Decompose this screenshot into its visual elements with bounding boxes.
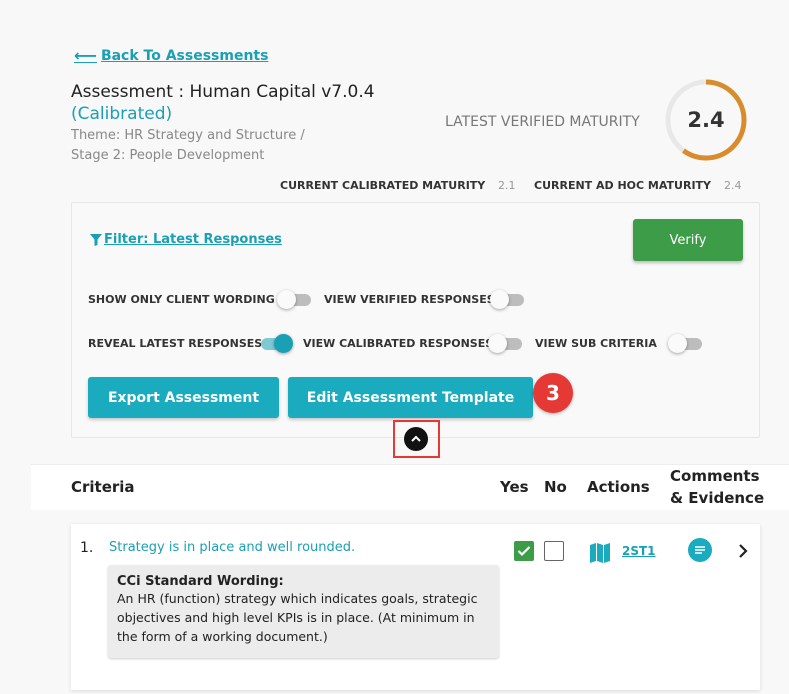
assessment-title: Assessment : Human Capital v7.0.4 <box>71 82 375 102</box>
view-sub-criteria-label: VIEW SUB CRITERIA <box>535 337 657 350</box>
assessment-status: (Calibrated) <box>71 104 173 124</box>
no-checkbox[interactable] <box>544 541 564 561</box>
criteria-column-header: Criteria <box>71 478 135 496</box>
book-open-icon[interactable] <box>589 541 611 563</box>
verify-button[interactable]: Verify <box>633 219 743 261</box>
latest-verified-maturity-value: 2.4 <box>687 108 725 132</box>
filter-label: Filter: Latest Responses <box>104 232 282 247</box>
check-icon <box>517 546 531 557</box>
no-column-header: No <box>544 478 567 496</box>
back-to-assessments-link[interactable]: ⟵ Back To Assessments <box>74 46 268 65</box>
current-adhoc-maturity-label: CURRENT AD HOC MATURITY <box>534 179 712 192</box>
chevron-right-icon[interactable] <box>736 542 750 560</box>
standard-wording-text: An HR (function) strategy which indicate… <box>117 591 478 644</box>
filter-icon <box>90 233 102 246</box>
show-only-client-wording-label: SHOW ONLY CLIENT WORDING <box>88 293 275 306</box>
filter-latest-responses-link[interactable]: Filter: Latest Responses <box>90 232 282 247</box>
comment-icon[interactable] <box>688 538 712 562</box>
arrow-left-icon: ⟵ <box>74 46 97 65</box>
edit-assessment-template-button[interactable]: Edit Assessment Template <box>288 377 533 418</box>
collapse-panel-button[interactable] <box>404 427 428 451</box>
reveal-latest-responses-toggle[interactable] <box>257 334 293 353</box>
yes-column-header: Yes <box>500 478 529 496</box>
view-calibrated-responses-label: VIEW CALIBRATED RESPONSES <box>303 337 494 350</box>
criterion-text[interactable]: Strategy is in place and well rounded. <box>109 540 355 555</box>
view-calibrated-responses-toggle[interactable] <box>488 334 524 353</box>
comment-lines-icon <box>695 546 705 554</box>
export-assessment-button[interactable]: Export Assessment <box>88 377 279 418</box>
assessment-stage: Stage 2: People Development <box>71 148 265 163</box>
reveal-latest-responses-label: REVEAL LATEST RESPONSES <box>88 337 263 350</box>
back-link-label: Back To Assessments <box>100 47 269 64</box>
assessment-theme: Theme: HR Strategy and Structure / <box>71 128 305 143</box>
yes-checkbox[interactable] <box>514 541 534 561</box>
view-sub-criteria-toggle[interactable] <box>668 334 704 353</box>
current-calibrated-maturity-value: 2.1 <box>498 179 516 192</box>
chevron-up-icon <box>411 435 421 442</box>
action-code-link[interactable]: 2ST1 <box>622 544 656 558</box>
comments-column-header-line2: & Evidence <box>670 489 765 507</box>
comments-column-header-line1: Comments <box>670 467 760 485</box>
step-badge: 3 <box>533 373 573 413</box>
standard-wording-title: CCi Standard Wording: <box>117 574 284 589</box>
view-verified-responses-toggle[interactable] <box>490 290 526 309</box>
show-only-client-wording-toggle[interactable] <box>277 290 313 309</box>
view-verified-responses-label: VIEW VERIFIED RESPONSES <box>324 293 495 306</box>
row-number: 1. <box>80 540 94 556</box>
latest-verified-maturity-label: LATEST VERIFIED MATURITY <box>445 114 640 130</box>
actions-column-header: Actions <box>587 478 650 496</box>
current-calibrated-maturity-label: CURRENT CALIBRATED MATURITY <box>280 179 486 192</box>
current-adhoc-maturity-value: 2.4 <box>724 179 742 192</box>
standard-wording-box: CCi Standard Wording: An HR (function) s… <box>108 565 499 658</box>
